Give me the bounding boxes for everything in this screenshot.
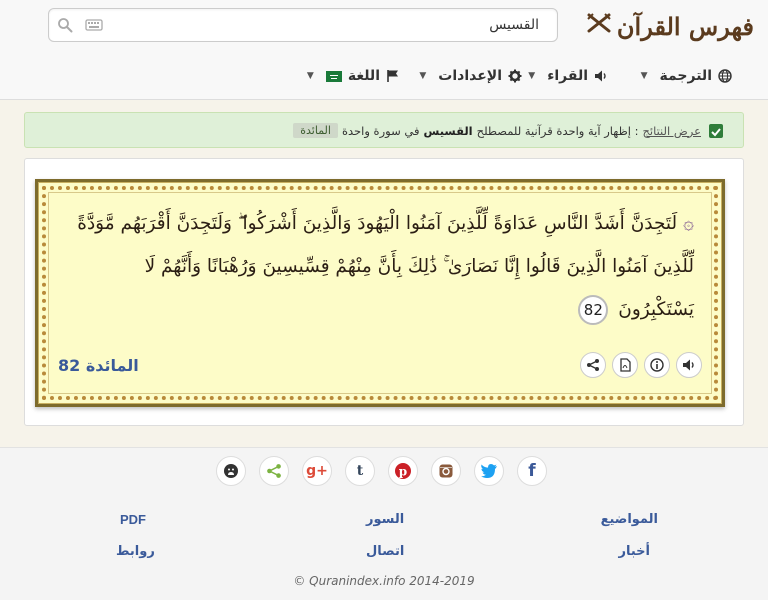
nav-settings-label: الإعدادات xyxy=(438,68,502,84)
search-input[interactable] xyxy=(119,13,539,37)
logo-text: فهرس القرآن xyxy=(616,11,754,41)
caret-down-icon: ▼ xyxy=(640,71,648,81)
footer-link-links[interactable]: روابط xyxy=(116,544,155,559)
pdf-icon xyxy=(620,358,631,372)
footer: g+ t p f المواضيع السور PDF أخبار اتصال … xyxy=(0,447,768,600)
nav-translation[interactable]: الترجمة ▼ xyxy=(641,62,732,90)
info-button[interactable] xyxy=(644,352,670,378)
play-audio-button[interactable] xyxy=(676,352,702,378)
gear-icon xyxy=(508,69,522,83)
search-box xyxy=(48,8,558,42)
flag-icon xyxy=(387,70,398,82)
notice-suffix: في سورة واحدة xyxy=(341,123,420,138)
footer-link-news[interactable]: أخبار xyxy=(619,544,651,559)
tumblr-icon[interactable]: t xyxy=(345,456,375,486)
twitter-icon[interactable] xyxy=(474,456,504,486)
nav-translation-label: الترجمة xyxy=(659,68,712,84)
nav-reciters[interactable]: القراء ▼ xyxy=(528,62,608,90)
verse-ornament-icon: ۞ xyxy=(683,213,694,234)
info-icon xyxy=(650,358,664,372)
volume-icon xyxy=(683,359,694,371)
verse-text: لَتَجِدَنَّ أَشَدَّ النَّاسِ عَدَاوَةً ل… xyxy=(77,213,694,320)
svg-text:p: p xyxy=(399,465,407,479)
share-icon[interactable] xyxy=(259,456,289,486)
search-icon[interactable] xyxy=(57,17,73,33)
verse-text-container: ۞لَتَجِدَنَّ أَشَدَّ النَّاسِ عَدَاوَةً … xyxy=(64,202,694,331)
footer-link-contact[interactable]: اتصال xyxy=(366,544,404,559)
verse-tools xyxy=(580,352,702,378)
instagram-icon[interactable] xyxy=(431,456,461,486)
pinterest-icon[interactable]: p xyxy=(388,456,418,486)
sura-reference-link[interactable]: المائدة 82 xyxy=(58,356,139,375)
social-links: g+ t p f xyxy=(216,456,547,486)
nav-language-label: اللغة xyxy=(347,68,380,84)
share-icon xyxy=(587,359,599,371)
google-plus-icon[interactable]: g+ xyxy=(302,456,332,486)
copyright: © Quranindex.info 2014-2019 xyxy=(293,574,475,588)
nav-settings[interactable]: الإعدادات ▼ xyxy=(419,62,522,90)
volume-icon xyxy=(595,70,606,82)
share-button[interactable] xyxy=(580,352,606,378)
sura-tag[interactable]: المائدة xyxy=(293,123,338,138)
notice-prefix[interactable]: عرض النتائج xyxy=(642,124,701,138)
saudi-flag-icon xyxy=(325,70,342,82)
nav-reciters-label: القراء xyxy=(547,68,588,84)
footer-link-suras[interactable]: السور xyxy=(366,512,404,527)
header: فهرس القرآن الترجمة ▼ xyxy=(0,0,768,100)
pdf-button[interactable] xyxy=(612,352,638,378)
globe-icon xyxy=(718,69,732,83)
notice-term: القسيس xyxy=(423,123,473,138)
footer-link-pdf[interactable]: PDF xyxy=(120,512,146,527)
caret-down-icon: ▼ xyxy=(419,71,427,81)
notice-text: عرض النتائج : إظهار آية واحدة قرآنية للم… xyxy=(293,123,701,138)
verse-box: ۞لَتَجِدَنَّ أَشَدَّ النَّاسِ عَدَاوَةً … xyxy=(35,179,725,407)
results-card: ۞لَتَجِدَنَّ أَشَدَّ النَّاسِ عَدَاوَةً … xyxy=(24,158,744,426)
footer-link-topics[interactable]: المواضيع xyxy=(601,512,658,527)
site-logo[interactable]: فهرس القرآن xyxy=(587,6,754,46)
caret-down-icon: ▼ xyxy=(528,71,536,81)
ayah-number: 82 xyxy=(578,295,609,325)
facebook-icon[interactable]: f xyxy=(517,456,547,486)
keyboard-icon[interactable] xyxy=(85,18,103,32)
notice-sentence: : إظهار آية واحدة قرآنية للمصطلح xyxy=(476,123,639,138)
results-notice: عرض النتائج : إظهار آية واحدة قرآنية للم… xyxy=(24,112,744,148)
check-icon xyxy=(709,124,723,138)
nav-language[interactable]: اللغة ▼ xyxy=(307,62,400,90)
caret-down-icon: ▼ xyxy=(306,71,314,81)
github-icon[interactable] xyxy=(216,456,246,486)
crossed-swords-icon xyxy=(587,13,611,39)
